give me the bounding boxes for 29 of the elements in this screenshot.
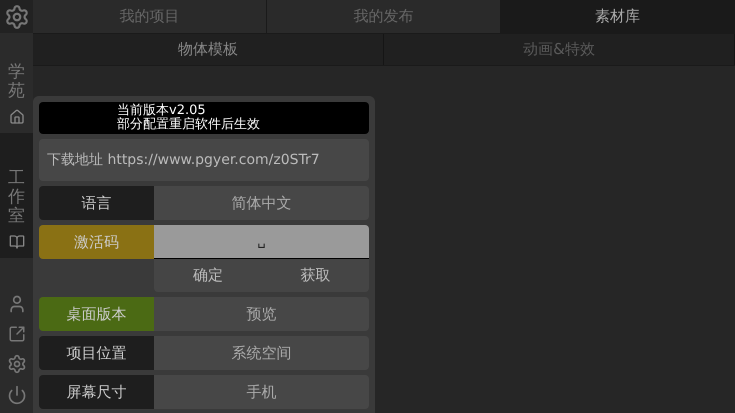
banner-text: 当前版本v2.05 (117, 104, 206, 118)
row-label: 项目位置 (39, 336, 154, 370)
option-button[interactable]: 系统空间 (154, 336, 369, 370)
tab[interactable]: 物体模板 (33, 34, 384, 65)
settings-icon[interactable] (6, 354, 26, 374)
code-input[interactable]: ␣ (154, 225, 369, 259)
sidebar-label: 学苑 (8, 63, 25, 101)
row-label: 屏幕尺寸 (39, 375, 154, 409)
share-icon[interactable] (8, 325, 26, 343)
power-icon[interactable] (6, 385, 26, 405)
home-icon (8, 109, 24, 125)
row-label: 语言 (39, 186, 154, 220)
option-button[interactable]: 简体中文 (154, 186, 369, 220)
sidebar-section[interactable]: 工作室 (0, 133, 33, 258)
option-button[interactable]: 手机 (154, 375, 369, 409)
tab[interactable]: 素材库 (501, 0, 735, 33)
book-icon (8, 234, 24, 250)
row-label: 桌面版本 (39, 297, 154, 331)
tab[interactable]: 动画&特效 (384, 34, 735, 65)
option-button[interactable]: 预览 (154, 297, 369, 331)
logo-icon[interactable] (4, 4, 30, 30)
action-button[interactable]: 获取 (262, 259, 369, 292)
action-button[interactable]: 确定 (154, 259, 262, 292)
sidebar-label: 工作室 (8, 169, 25, 226)
tab[interactable]: 我的发布 (267, 0, 501, 33)
banner-text: 部分配置重启软件后生效 (117, 118, 261, 132)
download-text: 下载地址 https://www.pgyer.com/z0STr7 (47, 150, 320, 170)
tab[interactable]: 我的项目 (33, 0, 267, 33)
row-label: 激活码 (39, 225, 154, 259)
